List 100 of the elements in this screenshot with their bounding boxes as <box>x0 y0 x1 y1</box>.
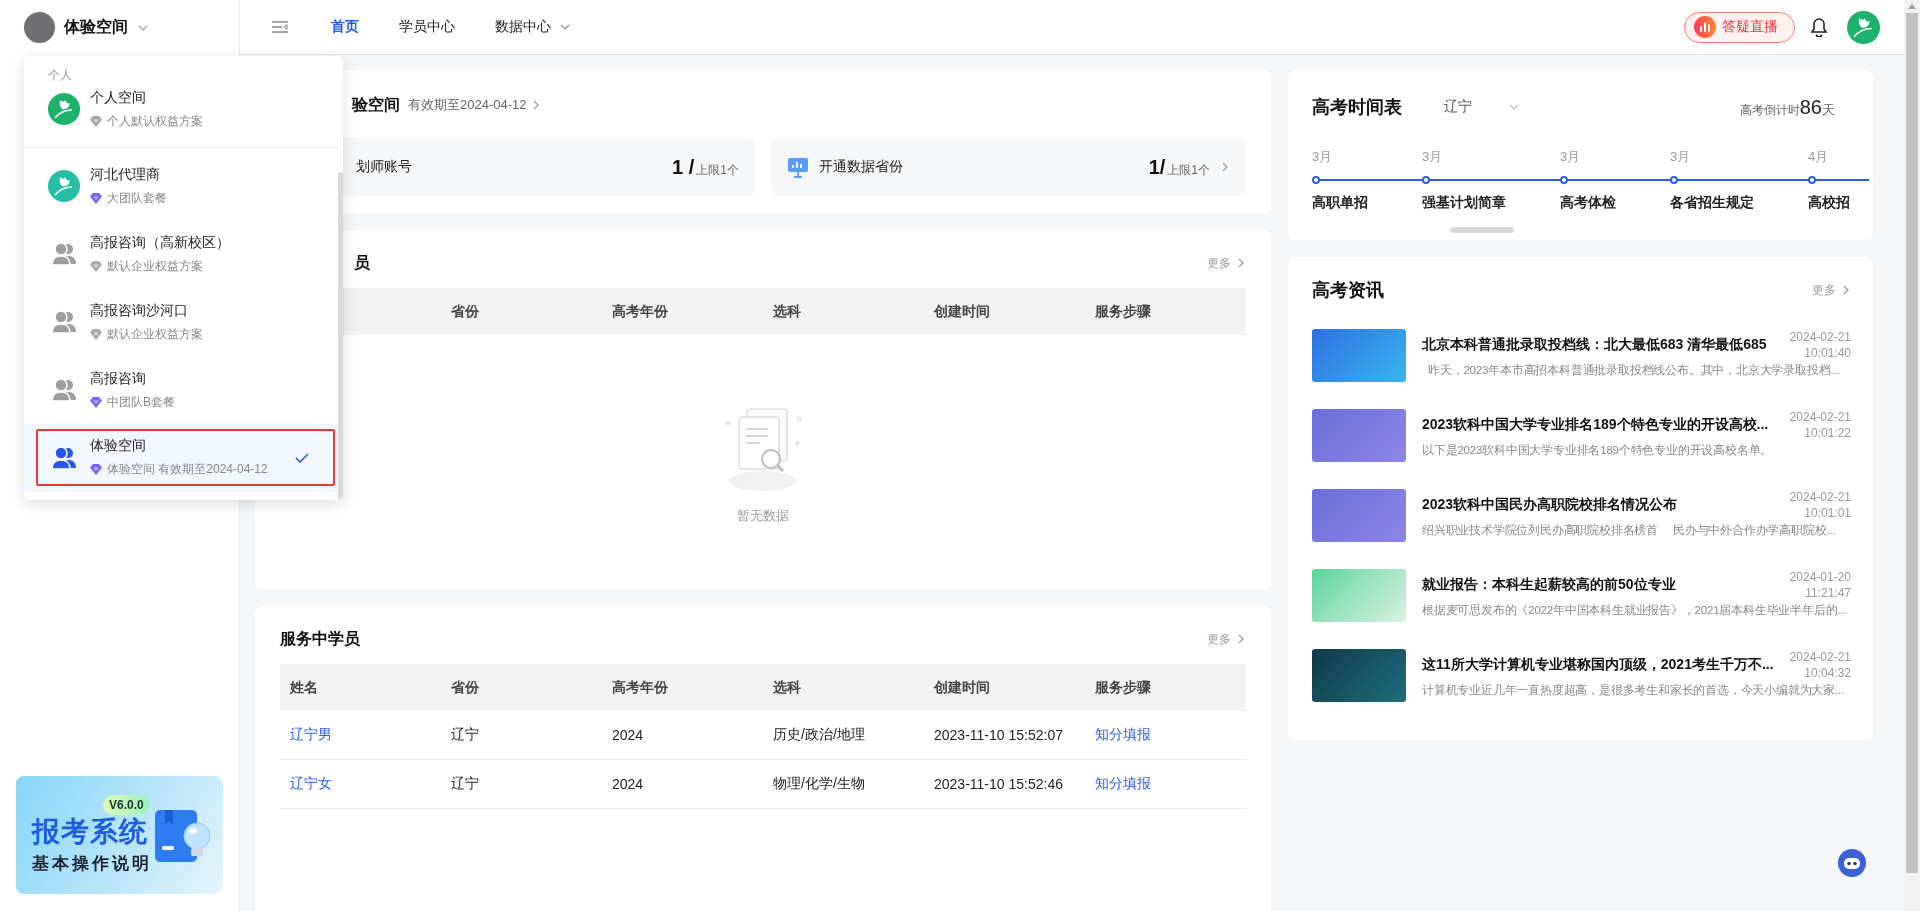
account-switcher[interactable]: 体验空间 <box>0 0 155 55</box>
space-menu-item[interactable]: 个人空间 个人默认权益方案 <box>24 85 338 133</box>
scrollbar-thumb[interactable] <box>338 172 343 500</box>
plan-name: 默认企业权益方案 <box>107 257 203 275</box>
table-cell-text: 历史/政治/地理 <box>772 726 866 744</box>
timeline-dot <box>1560 176 1568 184</box>
service-step-link[interactable]: 知分填报 <box>1085 726 1246 744</box>
timeline-event[interactable]: 强基计划简章 <box>1422 192 1506 212</box>
chevron-right-icon <box>1236 258 1246 268</box>
plan-name: 默认企业权益方案 <box>107 325 203 343</box>
live-qa-button[interactable]: 答疑直播 <box>1684 11 1795 43</box>
plan-name: 体验空间 有效期至2024-04-12 <box>107 461 268 478</box>
space-menu-item[interactable]: 河北代理商 大团队套餐 <box>24 152 338 220</box>
sidebar-toggle-icon[interactable] <box>272 21 288 33</box>
timeline-event[interactable]: 各省招生规定 <box>1670 192 1754 212</box>
check-icon <box>295 452 309 463</box>
stat-limit: 上限1个 <box>1167 161 1210 179</box>
column-header: 创建时间 <box>933 678 991 697</box>
news-time: 10:01:01 <box>1804 505 1851 521</box>
column-header: 服务步骤 <box>1094 678 1152 697</box>
stat-panel[interactable]: 开通数据省份 1/上限1个 <box>771 138 1246 196</box>
validity-link[interactable]: 有效期至2024-04-12 <box>408 96 541 114</box>
stat-count: 1 / <box>672 155 695 179</box>
space-title: 验空间 <box>352 94 400 115</box>
stat-limit: 上限1个 <box>696 161 739 179</box>
scroll-thumb[interactable] <box>1450 227 1514 233</box>
news-time: 10:01:22 <box>1804 425 1851 441</box>
plan-name: 个人默认权益方案 <box>107 112 203 130</box>
timeline-month: 3月 <box>1560 148 1581 166</box>
group-label: 个人 <box>47 67 73 84</box>
nav-tab[interactable]: 数据中心 <box>495 18 571 36</box>
space-name: 高报咨询沙河口 <box>90 301 189 320</box>
section-title: 高考时间表 <box>1312 96 1402 119</box>
news-time: 10:01:40 <box>1804 345 1851 361</box>
stat-label: 开通数据省份 <box>819 158 903 176</box>
guide-banner[interactable]: V6.0.0 报考系统 基本操作说明 <box>16 776 223 894</box>
table-cell-text: 2024 <box>611 727 645 743</box>
news-title-link[interactable]: 这11所大学计算机专业堪称国内顶级，2021考生千万不... <box>1422 656 1782 674</box>
space-menu-item[interactable]: 体验空间 体验空间 有效期至2024-04-12 <box>24 424 338 492</box>
plan-name: 大团队套餐 <box>107 189 167 207</box>
table-cell-text: 辽宁 <box>450 775 480 793</box>
space-menu-item[interactable]: 高报咨询沙河口 默认企业权益方案 <box>24 288 338 356</box>
timeline-month: 3月 <box>1422 148 1443 166</box>
column-header: 选科 <box>772 678 802 697</box>
table-cell-text: 2024 <box>611 776 645 792</box>
nav-tab[interactable]: 学员中心 <box>399 18 455 36</box>
robot-assistant-icon[interactable] <box>1838 849 1866 877</box>
student-name-link[interactable]: 辽宁女 <box>280 775 441 793</box>
news-title-link[interactable]: 北京本科普通批录取投档线：北大最低683 清华最低685 <box>1422 336 1782 354</box>
column-header: 高考年份 <box>611 302 669 321</box>
news-summary: 计算机专业近几年一直热度超高，是很多考生和家长的首选，今天小编就为大家... <box>1422 683 1845 698</box>
table-cell-text: 物理/化学/生物 <box>772 775 866 793</box>
column-header: 高考年份 <box>611 678 669 697</box>
news-date: 2024-02-21 <box>1789 649 1851 665</box>
profile-avatar-icon[interactable] <box>1847 10 1880 44</box>
service-step-link[interactable]: 知分填报 <box>1085 775 1246 793</box>
bar-chart-icon <box>1694 16 1716 38</box>
chevron-right-icon <box>1220 162 1230 172</box>
scroll-up-icon[interactable] <box>1908 4 1916 9</box>
column-header: 服务步骤 <box>1094 302 1152 321</box>
banner-subtitle: 基本操作说明 <box>32 853 152 875</box>
news-time: 11:21:47 <box>1805 585 1851 601</box>
chevron-right-icon <box>1236 634 1246 644</box>
section-title: 员 <box>353 252 370 273</box>
student-name-link[interactable]: 辽宁男 <box>280 726 441 744</box>
banner-title: 报考系统 <box>32 815 148 849</box>
news-date: 2024-01-20 <box>1789 569 1851 585</box>
space-name: 河北代理商 <box>90 165 161 184</box>
timeline-event[interactable]: 高校招 <box>1808 192 1850 212</box>
province-select[interactable]: 辽宁 <box>1444 98 1520 116</box>
space-menu-item[interactable]: 高报咨询（高新校区） 默认企业权益方案 <box>24 220 338 288</box>
section-title: 高考资讯 <box>1312 279 1384 302</box>
space-name: 高报咨询 <box>90 369 147 388</box>
column-header: 创建时间 <box>933 302 991 321</box>
news-summary: 昨天，2023年本市高招本科普通批录取投档线公布。其中，北京大学录取投档... <box>1427 363 1841 378</box>
news-title-link[interactable]: 就业报告：本科生起薪较高的前50位专业 <box>1422 576 1782 594</box>
table-cell-text: 辽宁 <box>450 726 480 744</box>
space-name: 个人空间 <box>90 88 147 107</box>
stat-count: 1/ <box>1148 155 1166 179</box>
stat-label: 划师账号 <box>356 158 412 176</box>
nav-tab[interactable]: 首页 <box>331 18 359 36</box>
timeline-event[interactable]: 高考体检 <box>1560 192 1616 212</box>
chevron-right-icon <box>1841 285 1851 295</box>
column-header: 选科 <box>772 302 802 321</box>
section-title: 服务中学员 <box>280 628 360 649</box>
user-avatar <box>24 12 55 43</box>
space-menu-item[interactable]: 高报咨询 中团队B套餐 <box>24 356 338 424</box>
scrollbar-thumb[interactable] <box>1906 13 1918 873</box>
notification-bell-icon[interactable] <box>1810 17 1828 37</box>
timeline-month: 3月 <box>1670 148 1691 166</box>
column-header: 省份 <box>450 302 480 321</box>
timeline-month: 3月 <box>1312 148 1333 166</box>
space-name: 体验空间 <box>90 437 147 455</box>
news-title-link[interactable]: 2023软科中国民办高职院校排名情况公布 <box>1422 496 1782 514</box>
version-badge: V6.0.0 <box>103 795 150 815</box>
space-name: 高报咨询（高新校区） <box>90 233 230 252</box>
countdown-text: 高考倒计时86天 <box>1739 95 1835 119</box>
timeline-dot <box>1808 176 1816 184</box>
timeline-event[interactable]: 高职单招 <box>1312 192 1368 212</box>
news-title-link[interactable]: 2023软科中国大学专业排名189个特色专业的开设高校... <box>1422 416 1782 434</box>
